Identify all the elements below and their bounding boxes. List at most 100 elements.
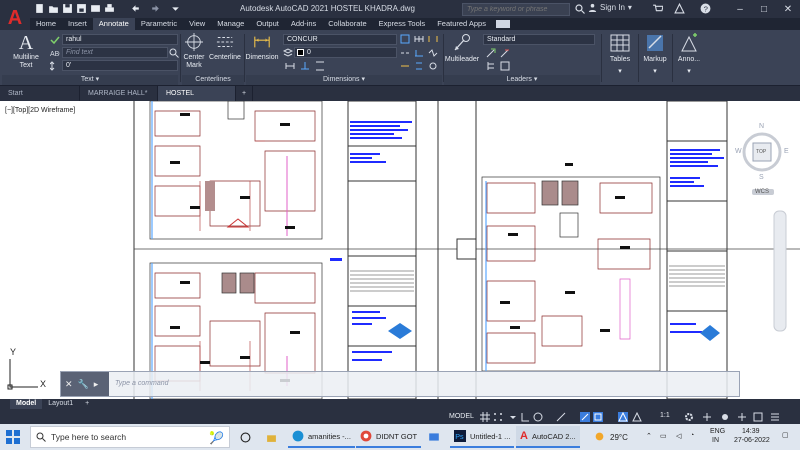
- dimension-layer-select[interactable]: 0: [294, 47, 397, 58]
- viewcube-south[interactable]: S: [759, 174, 764, 181]
- taskbar-item-photoshop[interactable]: Ps Untitled-1 ...: [450, 426, 515, 448]
- ribbon-minimize-toggle[interactable]: [495, 20, 510, 28]
- snap-icon[interactable]: [493, 412, 503, 422]
- windows-start-icon[interactable]: [6, 430, 20, 444]
- model-space-button[interactable]: MODEL: [446, 411, 477, 422]
- object-snap-tracking-icon[interactable]: [580, 412, 590, 422]
- dimension-button[interactable]: Dimension: [245, 33, 279, 62]
- keyword-search-field[interactable]: [462, 3, 570, 16]
- doc-tab-marraige-hall[interactable]: MARRAIGE HALL*: [80, 86, 158, 101]
- help-icon[interactable]: ?: [700, 3, 711, 14]
- command-line[interactable]: ✕ 🔧 ▸ Type a command: [60, 371, 740, 397]
- save-icon[interactable]: [62, 3, 73, 14]
- taskbar-search-field[interactable]: Type here to search 🎾: [30, 426, 230, 448]
- taskbar-item-chrome[interactable]: DIDNT GOT: [356, 426, 422, 448]
- annotation-visibility-icon[interactable]: [618, 411, 628, 422]
- add-icon[interactable]: [702, 412, 712, 422]
- doc-tab-start[interactable]: Start: [0, 86, 80, 101]
- auto-scale-icon[interactable]: [632, 411, 642, 422]
- grid-icon[interactable]: [480, 412, 490, 422]
- viewcube-west[interactable]: W: [735, 148, 742, 155]
- multileader-button[interactable]: Multileader: [444, 33, 480, 64]
- add-leader-icon[interactable]: [486, 48, 496, 58]
- close-button[interactable]: ✕: [776, 0, 800, 18]
- open-folder-icon[interactable]: [48, 3, 59, 14]
- notifications-icon[interactable]: ▢: [782, 431, 789, 439]
- new-layout-button[interactable]: +: [79, 399, 95, 409]
- search-icon[interactable]: [575, 4, 585, 14]
- dimensions-panel-label[interactable]: Dimensions ▾: [246, 75, 442, 85]
- share-icon[interactable]: [90, 3, 101, 14]
- multileader-style-select[interactable]: Standard: [483, 34, 595, 45]
- drawing-area[interactable]: Y X [−][Top][2D Wireframe] N S W E TOP W…: [0, 101, 800, 399]
- wrench-icon[interactable]: 🔧: [78, 379, 89, 390]
- weather-temperature[interactable]: 29°C: [610, 433, 628, 442]
- isodraft-icon[interactable]: [556, 412, 566, 422]
- ribbon-tab-view[interactable]: View: [183, 18, 211, 30]
- text-panel-label[interactable]: Text ▾: [2, 75, 178, 85]
- network-icon[interactable]: ▭: [660, 432, 667, 440]
- ribbon-tab-annotate[interactable]: Annotate: [92, 18, 135, 30]
- dim-quick-icon[interactable]: [400, 34, 410, 44]
- navigation-bar[interactable]: [773, 210, 787, 332]
- align-leaders-icon[interactable]: [486, 61, 496, 71]
- cart-icon[interactable]: [652, 3, 664, 14]
- object-snap-icon[interactable]: [593, 412, 603, 422]
- input-language-top[interactable]: ENG: [710, 428, 725, 435]
- hardware-acceleration-icon[interactable]: [737, 412, 747, 422]
- weather-icon[interactable]: [594, 431, 605, 444]
- doc-tab-hostel-khadra[interactable]: HOSTEL KHADRA*: [158, 86, 236, 112]
- collect-leaders-icon[interactable]: [500, 61, 510, 71]
- ribbon-tab-manage[interactable]: Manage: [211, 18, 250, 30]
- dim-jog-icon[interactable]: [428, 48, 438, 58]
- customization-menu-icon[interactable]: [770, 412, 780, 422]
- sign-in-button[interactable]: Sign In ▾: [588, 3, 632, 12]
- clock-date[interactable]: 27-06-2022: [734, 437, 770, 444]
- minimize-button[interactable]: –: [728, 0, 752, 18]
- text-height-select[interactable]: 0': [62, 60, 178, 71]
- close-command-line-icon[interactable]: ✕: [65, 379, 73, 390]
- find-text-field[interactable]: Find text: [62, 47, 168, 58]
- ribbon-tab-output[interactable]: Output: [250, 18, 285, 30]
- ribbon-tab-featured-apps[interactable]: Featured Apps: [431, 18, 492, 30]
- qat-menu-chevron-icon[interactable]: [170, 3, 181, 14]
- dim-tool-a-icon[interactable]: [285, 61, 295, 71]
- dim-inspect-icon[interactable]: [414, 48, 424, 58]
- dim-tool-c-icon[interactable]: [315, 61, 325, 71]
- floor-plan-drawing[interactable]: Y X: [0, 101, 800, 399]
- viewport-controls-label[interactable]: [−][Top][2D Wireframe]: [5, 107, 75, 114]
- task-view-icon[interactable]: [236, 426, 255, 448]
- viewcube-face[interactable]: TOP: [756, 149, 766, 155]
- dim-reassociate-icon[interactable]: [428, 61, 438, 71]
- wifi-icon[interactable]: ◔: [690, 432, 694, 439]
- print-icon[interactable]: [104, 3, 115, 14]
- dim-break-icon[interactable]: [400, 48, 410, 58]
- layout-tab-layout1[interactable]: Layout1: [42, 399, 79, 409]
- remove-leader-icon[interactable]: [500, 48, 510, 58]
- command-input[interactable]: Type a command: [115, 380, 169, 387]
- file-explorer-taskbar-icon[interactable]: [262, 426, 281, 448]
- clock-time[interactable]: 14:39: [742, 428, 760, 435]
- viewcube-east[interactable]: E: [784, 148, 789, 155]
- command-prompt-icon[interactable]: ▸: [94, 379, 99, 390]
- taskbar-item-edge[interactable]: amanities -...: [288, 426, 355, 448]
- maximize-button[interactable]: □: [752, 0, 776, 18]
- dimension-style-select[interactable]: CONCUR: [283, 34, 397, 45]
- annotation-scale-value[interactable]: 1:1: [660, 412, 670, 419]
- center-mark-button[interactable]: Center Mark: [182, 33, 206, 70]
- show-hidden-icons-icon[interactable]: ⌃: [646, 432, 652, 440]
- ribbon-tab-insert[interactable]: Insert: [62, 18, 93, 30]
- multiline-text-button[interactable]: A Multiline Text: [8, 32, 44, 70]
- redo-icon[interactable]: [150, 3, 161, 14]
- undo-icon[interactable]: [130, 3, 141, 14]
- snap-menu-chevron-icon[interactable]: [508, 412, 518, 422]
- keyword-search-input[interactable]: [467, 6, 559, 13]
- isolate-objects-icon[interactable]: [720, 412, 730, 422]
- ribbon-tab-collaborate[interactable]: Collaborate: [322, 18, 372, 30]
- ribbon-tab-express-tools[interactable]: Express Tools: [373, 18, 432, 30]
- dim-continue-icon[interactable]: [414, 34, 424, 44]
- dim-update-icon[interactable]: [400, 61, 410, 71]
- text-style-select[interactable]: rahul: [62, 34, 178, 45]
- dim-space-icon[interactable]: [414, 61, 424, 71]
- save-as-icon[interactable]: [76, 3, 87, 14]
